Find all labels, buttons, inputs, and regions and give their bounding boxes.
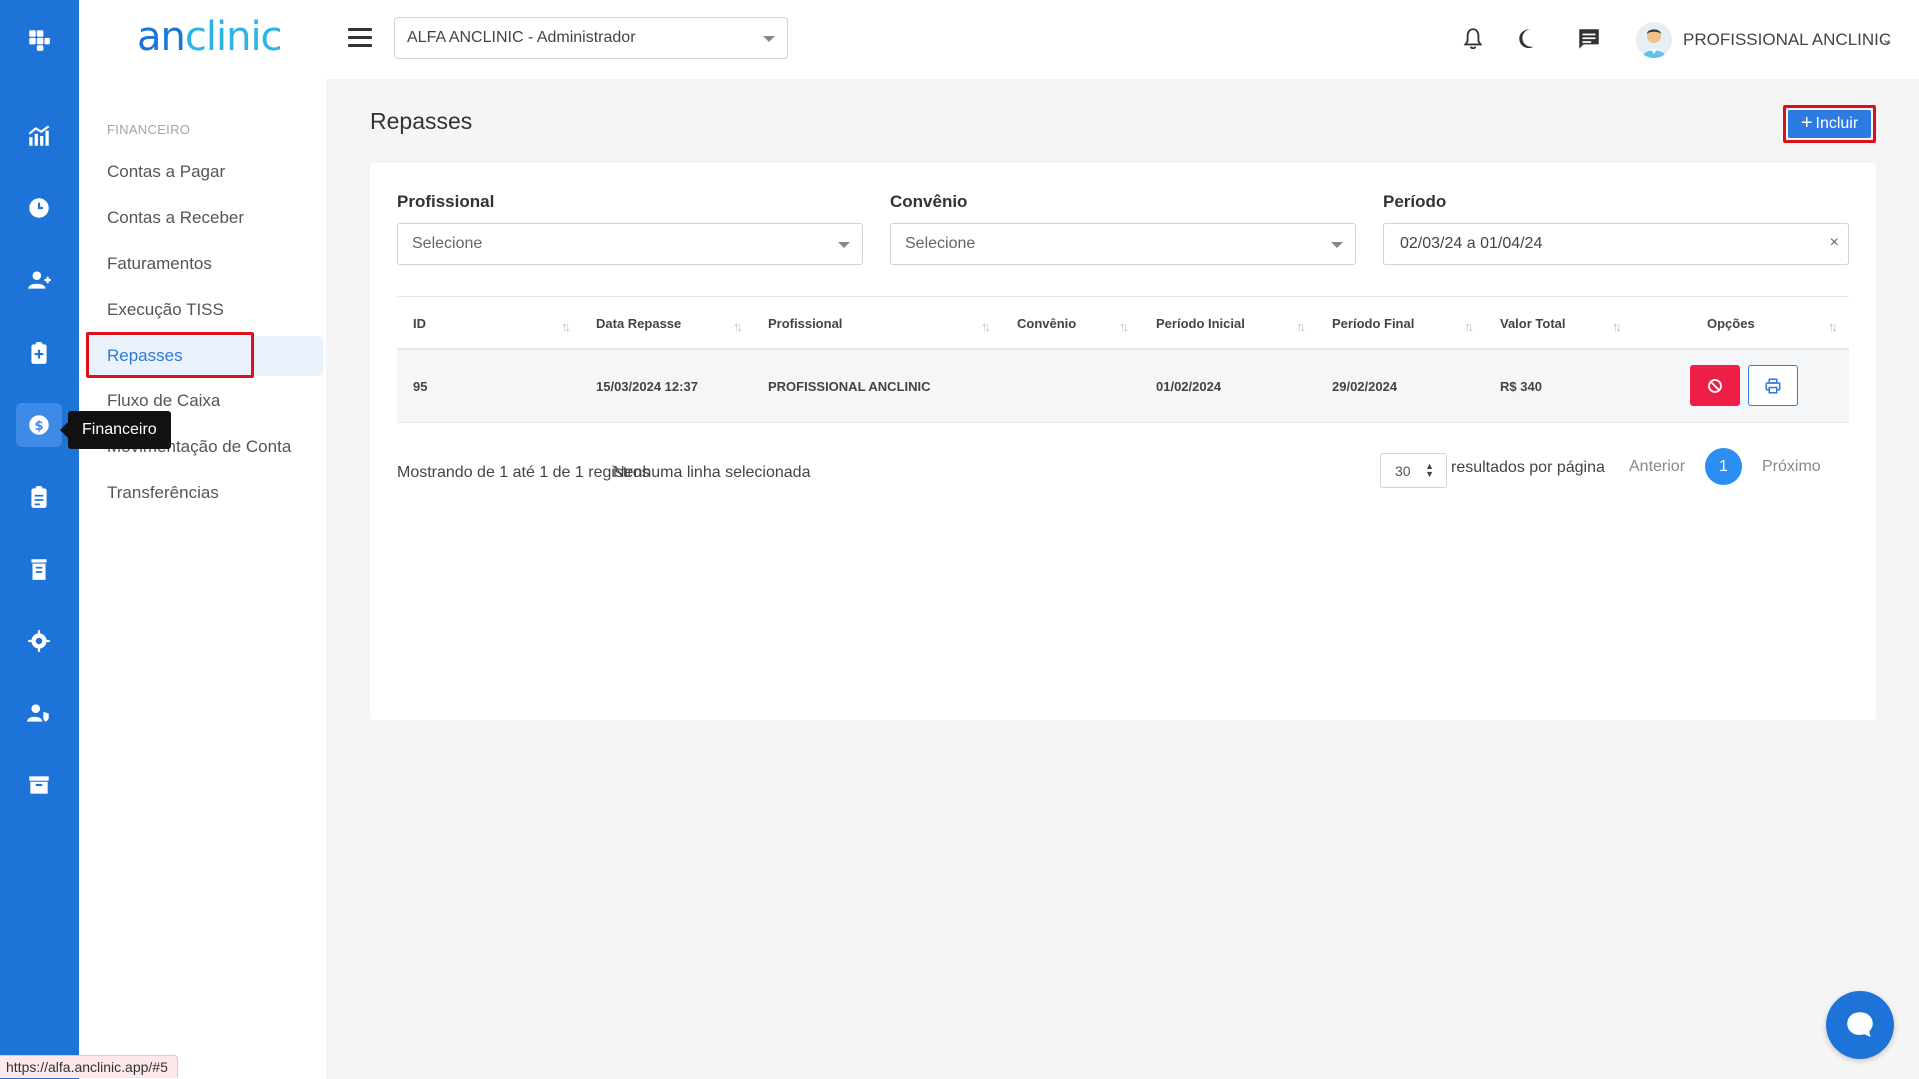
filter-profissional-select[interactable]: Selecione xyxy=(397,223,863,265)
previous-page-link[interactable]: Anterior xyxy=(1629,458,1685,476)
page-number-button[interactable]: 1 xyxy=(1705,448,1742,485)
column-header-periodo-final[interactable]: Período Final xyxy=(1332,316,1414,331)
secondary-menu: anclinic FINANCEIRO Contas a Pagar Conta… xyxy=(79,0,326,1079)
per-page-select[interactable]: 30 ▲ ▼ xyxy=(1380,453,1447,488)
logo[interactable]: anclinic xyxy=(137,14,283,60)
content-card: Profissional Selecione Convênio Selecion… xyxy=(370,163,1876,720)
cell-profissional: PROFISSIONAL ANCLINIC xyxy=(768,379,931,394)
svg-text:$: $ xyxy=(34,419,43,434)
support-chat-button[interactable] xyxy=(1826,991,1894,1059)
filter-convenio-placeholder: Selecione xyxy=(905,235,976,252)
organization-select[interactable]: ALFA ANCLINIC - Administrador xyxy=(394,17,788,59)
financeiro-tooltip: Financeiro xyxy=(68,411,171,449)
user-name[interactable]: PROFISSIONAL ANCLINIC xyxy=(1683,30,1891,50)
column-header-convenio[interactable]: Convênio xyxy=(1017,316,1076,331)
column-header-periodo-inicial[interactable]: Período Inicial xyxy=(1156,316,1245,331)
cell-data-repasse: 15/03/2024 12:37 xyxy=(596,379,698,394)
user-menu-chevron-icon[interactable]: ⌄ xyxy=(1882,32,1892,46)
cell-periodo-final: 29/02/2024 xyxy=(1332,379,1398,394)
sort-icon[interactable]: ↑↓ xyxy=(1296,319,1306,334)
column-header-id[interactable]: ID xyxy=(413,316,426,331)
dashboard-icon[interactable] xyxy=(16,114,62,158)
table-row[interactable]: 95 15/03/2024 12:37 PROFISSIONAL ANCLINI… xyxy=(397,350,1849,423)
column-header-opcoes: Opções xyxy=(1707,316,1755,331)
organization-select-value: ALFA ANCLINIC - Administrador xyxy=(407,29,636,46)
clear-icon[interactable]: × xyxy=(1830,234,1839,252)
print-button[interactable] xyxy=(1748,365,1798,406)
selection-info: Nenhuma linha selecionada xyxy=(613,464,811,481)
cell-valor-total: R$ 340 xyxy=(1500,379,1542,394)
filter-periodo-input[interactable]: 02/03/24 a 01/04/24 × xyxy=(1383,223,1849,265)
chevron-down-icon xyxy=(1331,242,1343,248)
money-icon[interactable]: $ xyxy=(16,403,62,447)
bell-icon[interactable] xyxy=(1458,24,1488,54)
chevron-down-icon xyxy=(763,36,775,42)
filter-periodo-label: Período xyxy=(1383,192,1447,211)
add-button[interactable]: + Incluir xyxy=(1788,110,1871,138)
filter-convenio-select[interactable]: Selecione xyxy=(890,223,1356,265)
repasses-table: ID ↑↓ Data Repasse ↑↓ Profissional ↑↓ Co… xyxy=(397,296,1849,423)
sort-icon[interactable]: ↑↓ xyxy=(981,319,991,334)
page-title: Repasses xyxy=(370,108,473,134)
dark-mode-moon-icon[interactable] xyxy=(1512,24,1542,54)
menu-item-execucao-tiss[interactable]: Execução TISS xyxy=(107,300,224,320)
user-shield-icon[interactable] xyxy=(16,691,62,735)
up-down-arrows-icon: ▲ ▼ xyxy=(1425,461,1434,479)
sort-icon[interactable]: ↑↓ xyxy=(1464,319,1474,334)
menu-item-contas-a-receber[interactable]: Contas a Receber xyxy=(107,208,244,228)
filter-profissional-placeholder: Selecione xyxy=(412,235,483,252)
top-header: ALFA ANCLINIC - Administrador PROFISSION… xyxy=(326,0,1919,79)
chevron-down-icon xyxy=(838,242,850,248)
cell-id: 95 xyxy=(413,379,428,394)
logo-suffix: clinic xyxy=(184,14,283,60)
menu-item-fluxo-de-caixa[interactable]: Fluxo de Caixa xyxy=(107,391,220,411)
sort-icon[interactable]: ↑↓ xyxy=(1612,319,1622,334)
next-page-link[interactable]: Próximo xyxy=(1762,458,1821,476)
sort-icon[interactable]: ↑↓ xyxy=(1119,319,1129,334)
menu-item-contas-a-pagar[interactable]: Contas a Pagar xyxy=(107,162,225,182)
plus-icon: + xyxy=(1800,111,1813,134)
print-icon xyxy=(1765,378,1781,393)
logo-prefix: an xyxy=(137,14,186,60)
filter-convenio-label: Convênio xyxy=(890,192,968,211)
archive-icon[interactable] xyxy=(16,763,62,807)
medical-clipboard-icon[interactable] xyxy=(16,331,62,375)
chat-message-icon[interactable] xyxy=(1574,24,1604,54)
per-page-value: 30 xyxy=(1395,463,1411,479)
receipt-icon[interactable] xyxy=(16,547,62,591)
sort-icon[interactable]: ↑↓ xyxy=(733,319,743,334)
filter-periodo-value: 02/03/24 a 01/04/24 xyxy=(1400,235,1543,252)
column-header-valor-total[interactable]: Valor Total xyxy=(1500,316,1566,331)
hamburger-menu-icon[interactable] xyxy=(348,28,372,48)
menu-item-faturamentos[interactable]: Faturamentos xyxy=(107,254,212,274)
column-header-data-repasse[interactable]: Data Repasse xyxy=(596,316,681,331)
gear-icon[interactable] xyxy=(16,619,62,663)
add-user-icon[interactable] xyxy=(16,258,62,302)
table-header-row: ID ↑↓ Data Repasse ↑↓ Profissional ↑↓ Co… xyxy=(397,296,1849,350)
records-info: Mostrando de 1 até 1 de 1 registros xyxy=(397,464,650,481)
clipboard-icon[interactable] xyxy=(16,475,62,519)
cell-periodo-inicial: 01/02/2024 xyxy=(1156,379,1222,394)
clock-icon[interactable] xyxy=(16,186,62,230)
cancel-button[interactable] xyxy=(1690,365,1740,406)
sort-icon[interactable]: ↑↓ xyxy=(1828,319,1838,334)
cancel-circle-icon xyxy=(1708,378,1722,393)
menu-item-transferencias[interactable]: Transferências xyxy=(107,483,219,503)
per-page-label: resultados por página xyxy=(1451,459,1605,476)
highlight-outline xyxy=(86,332,254,378)
chat-bubble-icon xyxy=(1847,1012,1873,1038)
sort-icon[interactable]: ↑↓ xyxy=(561,319,571,334)
apps-logo-icon[interactable] xyxy=(16,18,62,62)
avatar[interactable] xyxy=(1636,22,1672,58)
column-header-profissional[interactable]: Profissional xyxy=(768,316,842,331)
filter-profissional-label: Profissional xyxy=(397,192,495,211)
icon-rail: $ xyxy=(0,0,79,1079)
add-button-highlight: + Incluir xyxy=(1783,105,1876,143)
status-bar-url: https://alfa.anclinic.app/#5 xyxy=(0,1055,178,1078)
menu-section-title: FINANCEIRO xyxy=(107,122,191,137)
add-button-label: Incluir xyxy=(1815,115,1859,132)
